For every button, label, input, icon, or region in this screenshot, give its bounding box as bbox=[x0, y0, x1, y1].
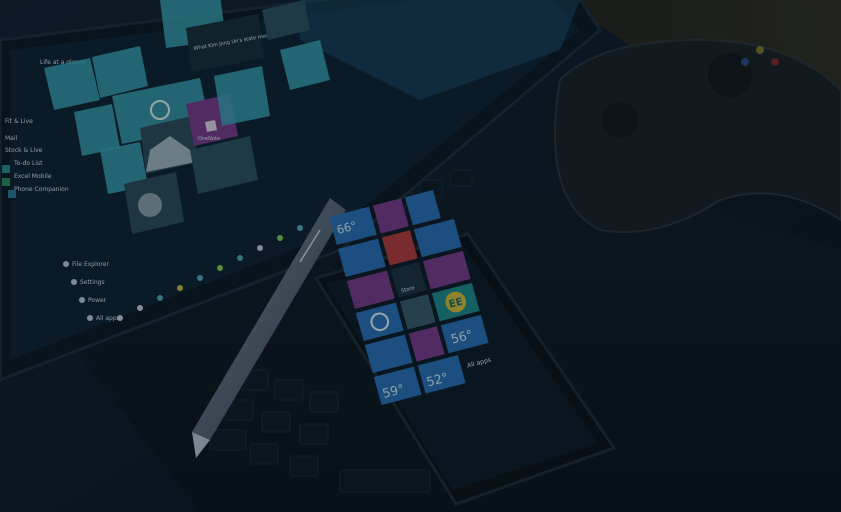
photo-scene: Life at a glance Fit & Live Mail Stock &… bbox=[0, 0, 841, 512]
scene-illustration: Life at a glance Fit & Live Mail Stock &… bbox=[0, 0, 841, 512]
dim-overlay bbox=[0, 0, 841, 512]
